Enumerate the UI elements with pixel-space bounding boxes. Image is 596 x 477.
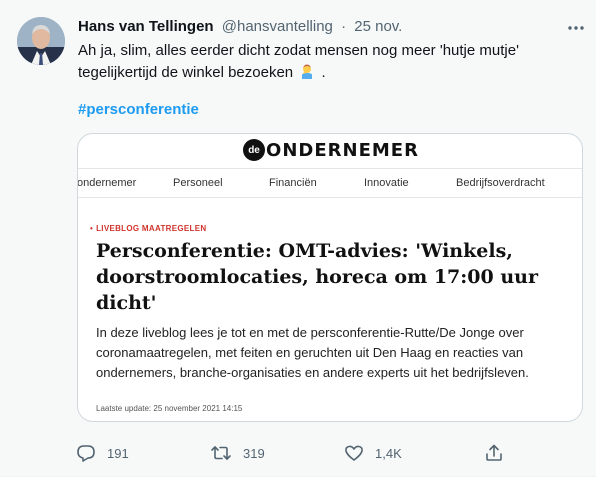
reply-button[interactable]: 191 [76, 442, 129, 464]
live-bullet: • [90, 224, 94, 233]
nav-item-innovatie[interactable]: Innovatie [364, 177, 409, 189]
tweet[interactable]: Hans van Tellingen @hansvantelling · 25 … [0, 0, 596, 477]
card-logo-bar: de ONDERNEMER [78, 134, 582, 166]
separator: · [341, 18, 347, 35]
reply-count: 191 [107, 445, 129, 461]
tweet-date[interactable]: 25 nov. [354, 18, 402, 35]
nav-item-financien[interactable]: Financiën [269, 177, 317, 189]
like-count: 1,4K [375, 445, 402, 461]
share-icon [486, 444, 502, 461]
share-button[interactable] [484, 442, 504, 464]
link-card[interactable]: de ONDERNEMER ondernemer Personeel Finan… [77, 133, 583, 422]
author-handle[interactable]: @hansvantelling [222, 18, 333, 35]
person-facepalming-icon [299, 63, 315, 79]
heart-icon [345, 445, 363, 461]
logo-badge: de [243, 139, 266, 161]
tweet-text: Ah ja, slim, alles eerder dicht zodat me… [78, 40, 568, 84]
reply-icon [77, 445, 95, 462]
retweet-icon [211, 446, 231, 460]
card-summary: In deze liveblog lees je tot en met de p… [96, 325, 529, 380]
tweet-actions: 191 319 1,4K [76, 442, 506, 464]
avatar[interactable] [17, 17, 65, 65]
tweet-text-end: . [321, 64, 326, 81]
site-logo: de ONDERNEMER [243, 139, 419, 161]
more-options-icon[interactable] [566, 18, 586, 38]
nav-item-bedrijfsoverdracht[interactable]: Bedrijfsoverdracht [456, 177, 545, 189]
hashtag-link[interactable]: #persconferentie [78, 100, 199, 120]
site-nav: ondernemer Personeel Financiën Innovatie… [78, 168, 582, 198]
retweet-button[interactable]: 319 [210, 442, 265, 464]
card-headline: Persconferentie: OMT-advies: 'Winkels, d… [96, 240, 538, 314]
nav-item-personeel[interactable]: Personeel [173, 177, 223, 189]
retweet-count: 319 [243, 445, 265, 461]
nav-item-ondernemer[interactable]: ondernemer [78, 177, 136, 189]
liveblog-tag-label: LIVEBLOG MAATREGELEN [96, 224, 207, 233]
tweet-header: Hans van Tellingen @hansvantelling · 25 … [78, 17, 402, 37]
liveblog-tag: • LIVEBLOG MAATREGELEN [90, 224, 206, 233]
logo-text: ONDERNEMER [266, 139, 419, 161]
like-button[interactable]: 1,4K [344, 442, 402, 464]
last-updated: Laatste update: 25 november 2021 14:15 [96, 404, 243, 413]
author-name[interactable]: Hans van Tellingen [78, 18, 214, 35]
